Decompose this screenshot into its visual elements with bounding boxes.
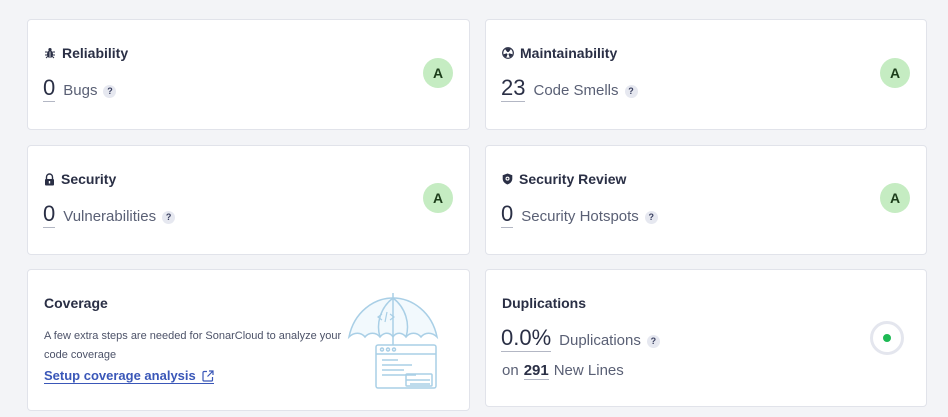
vulnerabilities-count[interactable]: 0 xyxy=(43,202,56,228)
reliability-rating-badge[interactable]: A xyxy=(423,58,453,88)
umbrella-code-illustration xyxy=(347,293,439,389)
help-icon[interactable]: ? xyxy=(162,210,176,224)
security-hotspots-count[interactable]: 0 xyxy=(501,202,514,228)
radiation-icon xyxy=(502,47,514,59)
security-review-card: Security Review 0 Security Hotspots ? A xyxy=(485,145,927,255)
code-smells-count[interactable]: 23 xyxy=(501,76,526,102)
bug-icon xyxy=(45,48,55,59)
setup-coverage-link[interactable]: Setup coverage analysis xyxy=(44,368,214,384)
help-icon[interactable]: ? xyxy=(103,84,117,98)
security-title: Security xyxy=(44,171,116,187)
new-lines-prefix: on xyxy=(502,362,519,379)
reliability-title: Reliability xyxy=(44,45,128,61)
help-icon[interactable]: ? xyxy=(644,210,658,224)
help-icon[interactable]: ? xyxy=(646,334,660,348)
coverage-description: A few extra steps are needed for SonarCl… xyxy=(44,330,342,361)
duplications-indicator xyxy=(870,321,904,355)
security-review-metric: 0 Security Hotspots ? xyxy=(501,202,658,228)
maintainability-title: Maintainability xyxy=(502,45,617,61)
maintainability-metric: 23 Code Smells ? xyxy=(501,76,638,102)
help-icon[interactable]: ? xyxy=(624,84,638,98)
new-lines-info: on 291 New Lines xyxy=(502,362,624,380)
external-link-icon xyxy=(202,369,214,382)
coverage-title: Coverage xyxy=(44,295,108,311)
bugs-label: Bugs xyxy=(63,82,98,99)
bugs-count[interactable]: 0 xyxy=(43,76,56,102)
duplications-percent[interactable]: 0.0% xyxy=(501,326,552,352)
lock-icon xyxy=(45,172,54,185)
security-metric: 0 Vulnerabilities ? xyxy=(43,202,176,228)
duplications-status-dot xyxy=(883,334,891,342)
security-review-title: Security Review xyxy=(502,171,626,187)
new-lines-label: New Lines xyxy=(553,362,624,379)
maintainability-rating-badge[interactable]: A xyxy=(880,58,910,88)
code-smells-label: Code Smells xyxy=(533,82,619,99)
security-review-rating-badge[interactable]: A xyxy=(880,183,910,213)
security-hotspots-label: Security Hotspots xyxy=(521,208,639,225)
duplications-label: Duplications xyxy=(559,332,641,349)
shield-icon xyxy=(502,173,513,185)
duplications-metric: 0.0% Duplications ? xyxy=(501,326,660,352)
reliability-metric: 0 Bugs ? xyxy=(43,76,117,102)
security-rating-badge[interactable]: A xyxy=(423,183,453,213)
duplications-card: Duplications 0.0% Duplications ? on 291 … xyxy=(485,269,927,407)
maintainability-card: Maintainability 23 Code Smells ? A xyxy=(485,19,927,130)
reliability-card: Reliability 0 Bugs ? A xyxy=(27,19,470,130)
vulnerabilities-label: Vulnerabilities xyxy=(63,208,157,225)
duplications-title: Duplications xyxy=(502,295,587,311)
coverage-card: Coverage A few extra steps are needed fo… xyxy=(27,269,470,411)
security-card: Security 0 Vulnerabilities ? A xyxy=(27,145,470,255)
new-lines-count[interactable]: 291 xyxy=(523,362,549,380)
